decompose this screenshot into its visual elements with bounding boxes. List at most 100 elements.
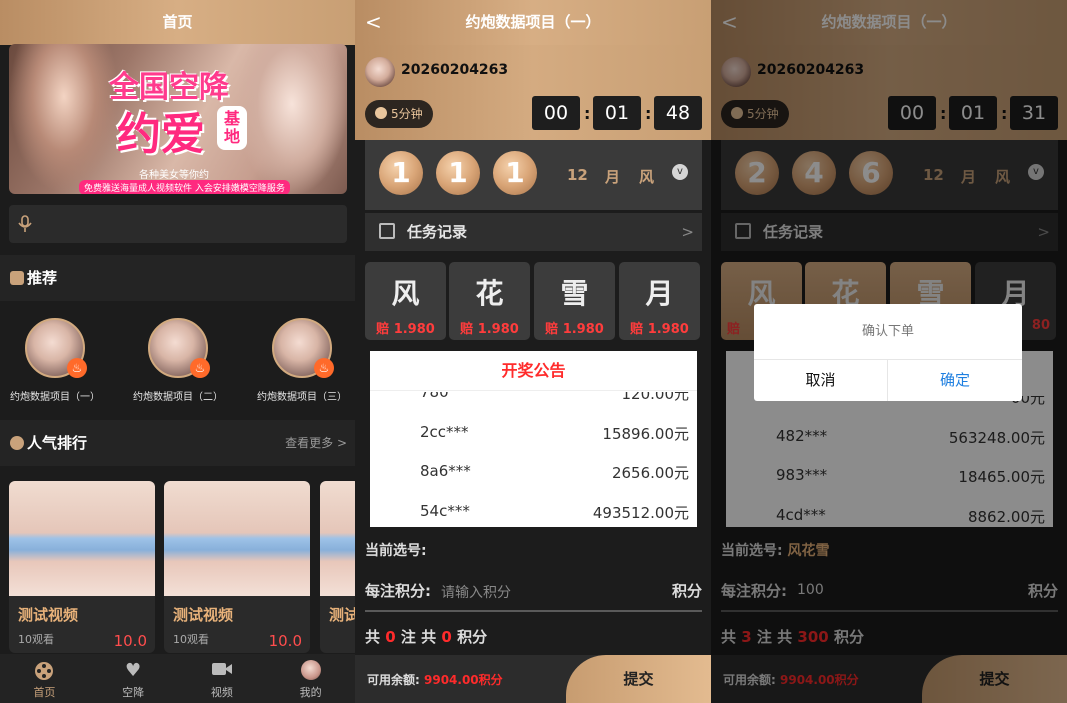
- avatar: [365, 57, 395, 87]
- total-prefix: 共: [365, 628, 381, 646]
- fire-icon: ♨: [314, 358, 334, 378]
- recommend-item-label: 约炮数据项目（三）: [257, 392, 347, 403]
- screens-container: 首页 全国空降 约爱 基地 各种美女等你约 免费雅送海量成人视频软件 入会安排嫩…: [0, 0, 1067, 703]
- recommend-item-label: 约炮数据项目（二）: [133, 392, 223, 403]
- chevron-down-icon[interactable]: v: [672, 164, 688, 180]
- banner-strip: 免费雅送海量成人视频软件 入会安排嫩模空降服务: [79, 180, 290, 194]
- page-title: 约炮数据项目（一）: [465, 13, 601, 31]
- period-badge: 5分钟: [365, 100, 433, 128]
- back-arrow-icon[interactable]: <: [365, 0, 382, 45]
- promo-banner[interactable]: 全国空降 约爱 基地 各种美女等你约 免费雅送海量成人视频软件 入会安排嫩模空降…: [9, 44, 347, 194]
- winner-name: 54c***: [420, 502, 470, 520]
- balance-value: 9904.00积分: [424, 673, 503, 687]
- see-more-link[interactable]: 查看更多 >: [285, 420, 347, 466]
- heart-icon: ♥: [125, 660, 142, 681]
- see-more-label: 查看更多: [285, 436, 334, 450]
- fire-icon: ♨: [67, 358, 87, 378]
- last-result-panel[interactable]: 1 1 1 12 月 风 v: [365, 140, 702, 210]
- tab-label: 空降: [122, 686, 145, 699]
- avatar: ♨: [148, 318, 210, 378]
- recommend-section-header: 推荐: [0, 255, 355, 301]
- recommend-icon: [10, 271, 24, 285]
- total-points: 0: [441, 628, 452, 646]
- home-screen: 首页 全国空降 约爱 基地 各种美女等你约 免费雅送海量成人视频软件 入会安排嫩…: [0, 0, 355, 703]
- option-char: 风: [391, 277, 420, 310]
- current-selection: 当前选号:: [365, 540, 427, 560]
- banner-subtitle: 各种美女等你约: [139, 170, 209, 181]
- bet-option-snow[interactable]: 雪赔 1.980: [534, 262, 615, 340]
- bottom-tab-bar: 首页 ♥ 空降 视频 我的: [0, 654, 355, 703]
- announcement-title: 开奖公告: [370, 351, 697, 391]
- bet-points-field[interactable]: 每注积分: 请输入积分 积分: [365, 580, 702, 612]
- option-odds: 赔 1.980: [376, 322, 435, 337]
- avatar: ♨: [25, 318, 87, 378]
- banner-photo-right: [237, 44, 347, 194]
- bet-points-unit: 积分: [671, 582, 702, 600]
- option-odds: 赔 1.980: [460, 322, 519, 337]
- video-title: 测试视频: [18, 606, 79, 624]
- tab-label: 我的: [299, 686, 322, 699]
- banner-photo-left: [9, 44, 119, 194]
- video-title: 测试: [329, 606, 355, 624]
- task-record-row[interactable]: 任务记录 >: [365, 213, 702, 251]
- fire-icon: ♨: [190, 358, 210, 378]
- video-card-3[interactable]: 测试: [320, 481, 355, 653]
- result-word: 月: [605, 168, 621, 186]
- game-header: < 约炮数据项目（一）: [355, 0, 711, 45]
- checklist-icon: [379, 223, 395, 239]
- option-char: 花: [475, 277, 504, 310]
- task-record-label: 任务记录: [407, 223, 468, 241]
- total-count: 0: [385, 628, 396, 646]
- avatar: ♨: [272, 318, 334, 378]
- recommend-item-3[interactable]: ♨ 约炮数据项目（三）: [243, 318, 355, 403]
- bet-points-label: 每注积分:: [365, 582, 431, 600]
- option-char: 月: [645, 277, 674, 310]
- video-card-2[interactable]: 测试视频 10观看 10.0: [164, 481, 310, 653]
- balance: 可用余额: 9904.00积分: [367, 671, 503, 688]
- winner-amount: 2656.00元: [611, 464, 689, 482]
- recommend-title: 推荐: [27, 269, 58, 287]
- option-odds: 赔 1.980: [630, 322, 689, 337]
- bet-option-wind[interactable]: 风赔 1.980: [365, 262, 446, 340]
- tab-label: 首页: [33, 686, 56, 699]
- notice-bar[interactable]: [9, 205, 347, 243]
- user-id: 20260204263: [401, 62, 509, 78]
- recommend-item-1[interactable]: ♨ 约炮数据项目（一）: [0, 318, 114, 403]
- countdown-hours: 00: [532, 96, 580, 130]
- video-card-1[interactable]: 测试视频 10观看 10.0: [9, 481, 155, 653]
- bet-option-flower[interactable]: 花赔 1.980: [449, 262, 530, 340]
- video-title: 测试视频: [173, 606, 234, 624]
- winner-name: 8a6***: [420, 462, 471, 480]
- video-thumbnail: [9, 481, 155, 596]
- winner-amount: 15896.00元: [602, 425, 689, 443]
- bet-option-moon[interactable]: 月赔 1.980: [619, 262, 700, 340]
- game-screen-announcement: < 约炮数据项目（一） 20260204263 5分钟 00 : 01 : 48…: [355, 0, 711, 703]
- winner-row: 2cc*** 15896.00元: [370, 423, 697, 445]
- submit-button[interactable]: 提交: [566, 655, 711, 703]
- tab-video[interactable]: 视频: [178, 654, 267, 703]
- result-ball: 1: [436, 151, 480, 195]
- bet-total: 共 0 注 共 0 积分: [365, 626, 487, 647]
- result-word: 风: [639, 168, 655, 186]
- winner-name: 2cc***: [420, 423, 469, 441]
- video-price: 10.0: [268, 632, 302, 650]
- ranking-title: 人气排行: [27, 434, 88, 452]
- result-ball: 1: [379, 151, 423, 195]
- clock-icon: [375, 107, 387, 119]
- banner-big-text: 约爱: [117, 109, 205, 160]
- recommend-item-2[interactable]: ♨ 约炮数据项目（二）: [119, 318, 237, 403]
- tab-mine[interactable]: 我的: [266, 654, 355, 703]
- footer-bar: 可用余额: 9904.00积分 提交: [355, 655, 711, 703]
- countdown-separator: :: [584, 104, 591, 123]
- confirm-button[interactable]: 确定: [888, 360, 1022, 401]
- winner-row: 8a6*** 2656.00元: [370, 462, 697, 484]
- balance-label: 可用余额:: [367, 673, 420, 687]
- tab-airdrop[interactable]: ♥ 空降: [89, 654, 178, 703]
- bet-points-input[interactable]: 请输入积分: [441, 582, 511, 602]
- tab-home[interactable]: 首页: [0, 654, 89, 703]
- total-mid: 注 共: [400, 628, 437, 646]
- film-reel-icon: [33, 660, 55, 682]
- cancel-button[interactable]: 取消: [754, 360, 888, 401]
- home-header: 首页: [0, 0, 355, 45]
- banner-tag: 基地: [217, 106, 247, 150]
